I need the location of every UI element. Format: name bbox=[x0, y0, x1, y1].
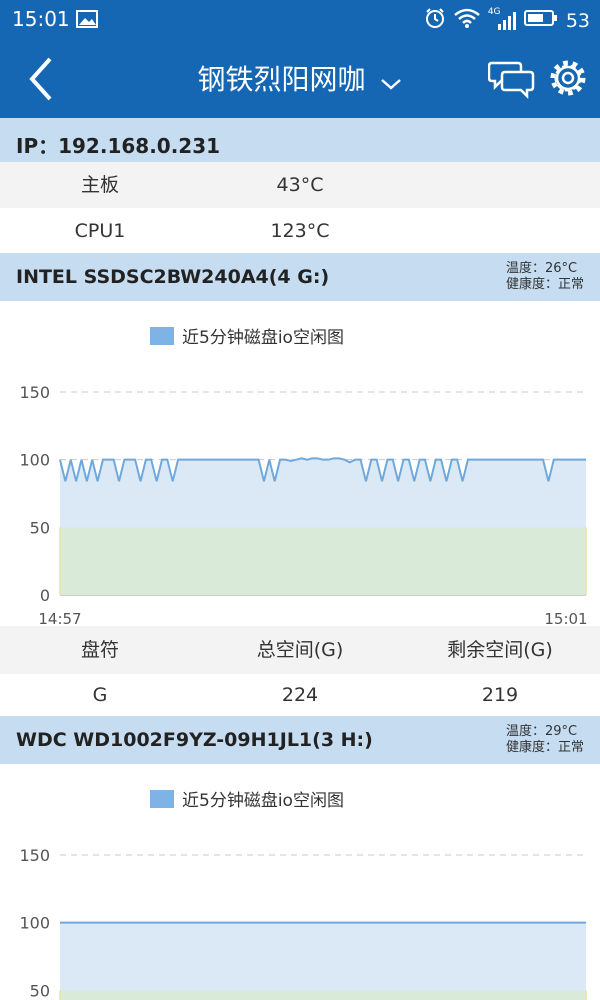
disk-title: INTEL SSDSC2BW240A4(4 G:) bbox=[16, 266, 330, 288]
disk-header: INTEL SSDSC2BW240A4(4 G:) 温度：26°C 健康度：正常 bbox=[0, 253, 600, 301]
disk-meta: 温度：26°C 健康度：正常 bbox=[506, 261, 584, 293]
signal-icon: 4G bbox=[488, 7, 516, 31]
battery-level: 53 bbox=[565, 9, 590, 32]
ip-address: IP：192.168.0.231 bbox=[16, 134, 221, 158]
battery-icon bbox=[523, 9, 558, 32]
y-tick-label: 50 bbox=[30, 981, 50, 1000]
y-tick-label: 150 bbox=[19, 846, 50, 865]
temp-value: 43°C bbox=[276, 174, 324, 196]
table-cell: 219 bbox=[481, 684, 519, 706]
y-tick-label: 100 bbox=[19, 914, 50, 933]
threshold-band bbox=[60, 990, 586, 1000]
disk-chart-panel: 近5分钟磁盘io空闲图 0 50 100 150 14:57 15:01 bbox=[0, 301, 600, 626]
x-tick-label: 15:01 bbox=[544, 610, 587, 626]
y-tick-label: 50 bbox=[30, 518, 50, 537]
io-idle-chart: 0 50 100 150 14:57 15:01 bbox=[19, 383, 587, 626]
disk-temp: 温度：29°C bbox=[505, 724, 578, 739]
disk-title: WDC WD1002F9YZ-09H1JL1(3 H:) bbox=[16, 729, 373, 751]
chevron-down-icon bbox=[380, 65, 402, 98]
table-row: G 224 219 bbox=[0, 674, 600, 716]
series-area bbox=[60, 922, 586, 1000]
temp-value: 123°C bbox=[270, 220, 330, 242]
gear-icon bbox=[550, 60, 586, 96]
chat-icon bbox=[487, 61, 535, 100]
disk-health: 健康度：正常 bbox=[505, 740, 584, 755]
column-header: 盘符 bbox=[80, 639, 119, 661]
x-tick-label: 14:57 bbox=[38, 610, 81, 626]
column-header: 总空间(G) bbox=[256, 639, 344, 661]
status-bar: 15:01 4G 53 bbox=[0, 0, 600, 40]
y-tick-label: 150 bbox=[19, 383, 50, 402]
disk-temp: 温度：26°C bbox=[505, 261, 578, 276]
temp-name: CPU1 bbox=[74, 220, 126, 242]
disk-chart-panel: 近5分钟磁盘io空闲图 50 100 150 bbox=[0, 764, 600, 1000]
message-button[interactable] bbox=[487, 58, 536, 104]
temp-name: 主板 bbox=[80, 174, 119, 196]
page-title: 钢铁烈阳网咖 bbox=[197, 63, 366, 96]
table-header: 盘符 总空间(G) 剩余空间(G) bbox=[0, 626, 600, 674]
wifi-icon bbox=[454, 8, 480, 33]
alarm-icon bbox=[424, 7, 446, 34]
table-cell: 224 bbox=[281, 684, 319, 706]
ip-header: IP：192.168.0.231 bbox=[0, 118, 600, 162]
app-bar: 钢铁烈阳网咖 bbox=[0, 40, 600, 118]
column-header: 剩余空间(G) bbox=[447, 639, 553, 661]
table-cell: G bbox=[92, 684, 108, 706]
temp-row: CPU1 123°C bbox=[0, 208, 600, 254]
y-tick-label: 100 bbox=[19, 451, 50, 470]
threshold-band bbox=[60, 527, 586, 595]
status-time: 15:01 bbox=[12, 7, 70, 31]
y-tick-label: 0 bbox=[40, 586, 50, 605]
disk-health: 健康度：正常 bbox=[505, 277, 584, 292]
disk-header: WDC WD1002F9YZ-09H1JL1(3 H:) 温度：29°C 健康度… bbox=[0, 716, 600, 764]
status-right: 4G 53 bbox=[424, 7, 590, 34]
gallery-icon bbox=[76, 10, 98, 32]
temp-row: 主板 43°C bbox=[0, 162, 600, 208]
settings-button[interactable] bbox=[548, 58, 588, 102]
disk-meta: 温度：29°C 健康度：正常 bbox=[506, 724, 584, 756]
io-idle-chart: 50 100 150 bbox=[19, 846, 587, 1000]
